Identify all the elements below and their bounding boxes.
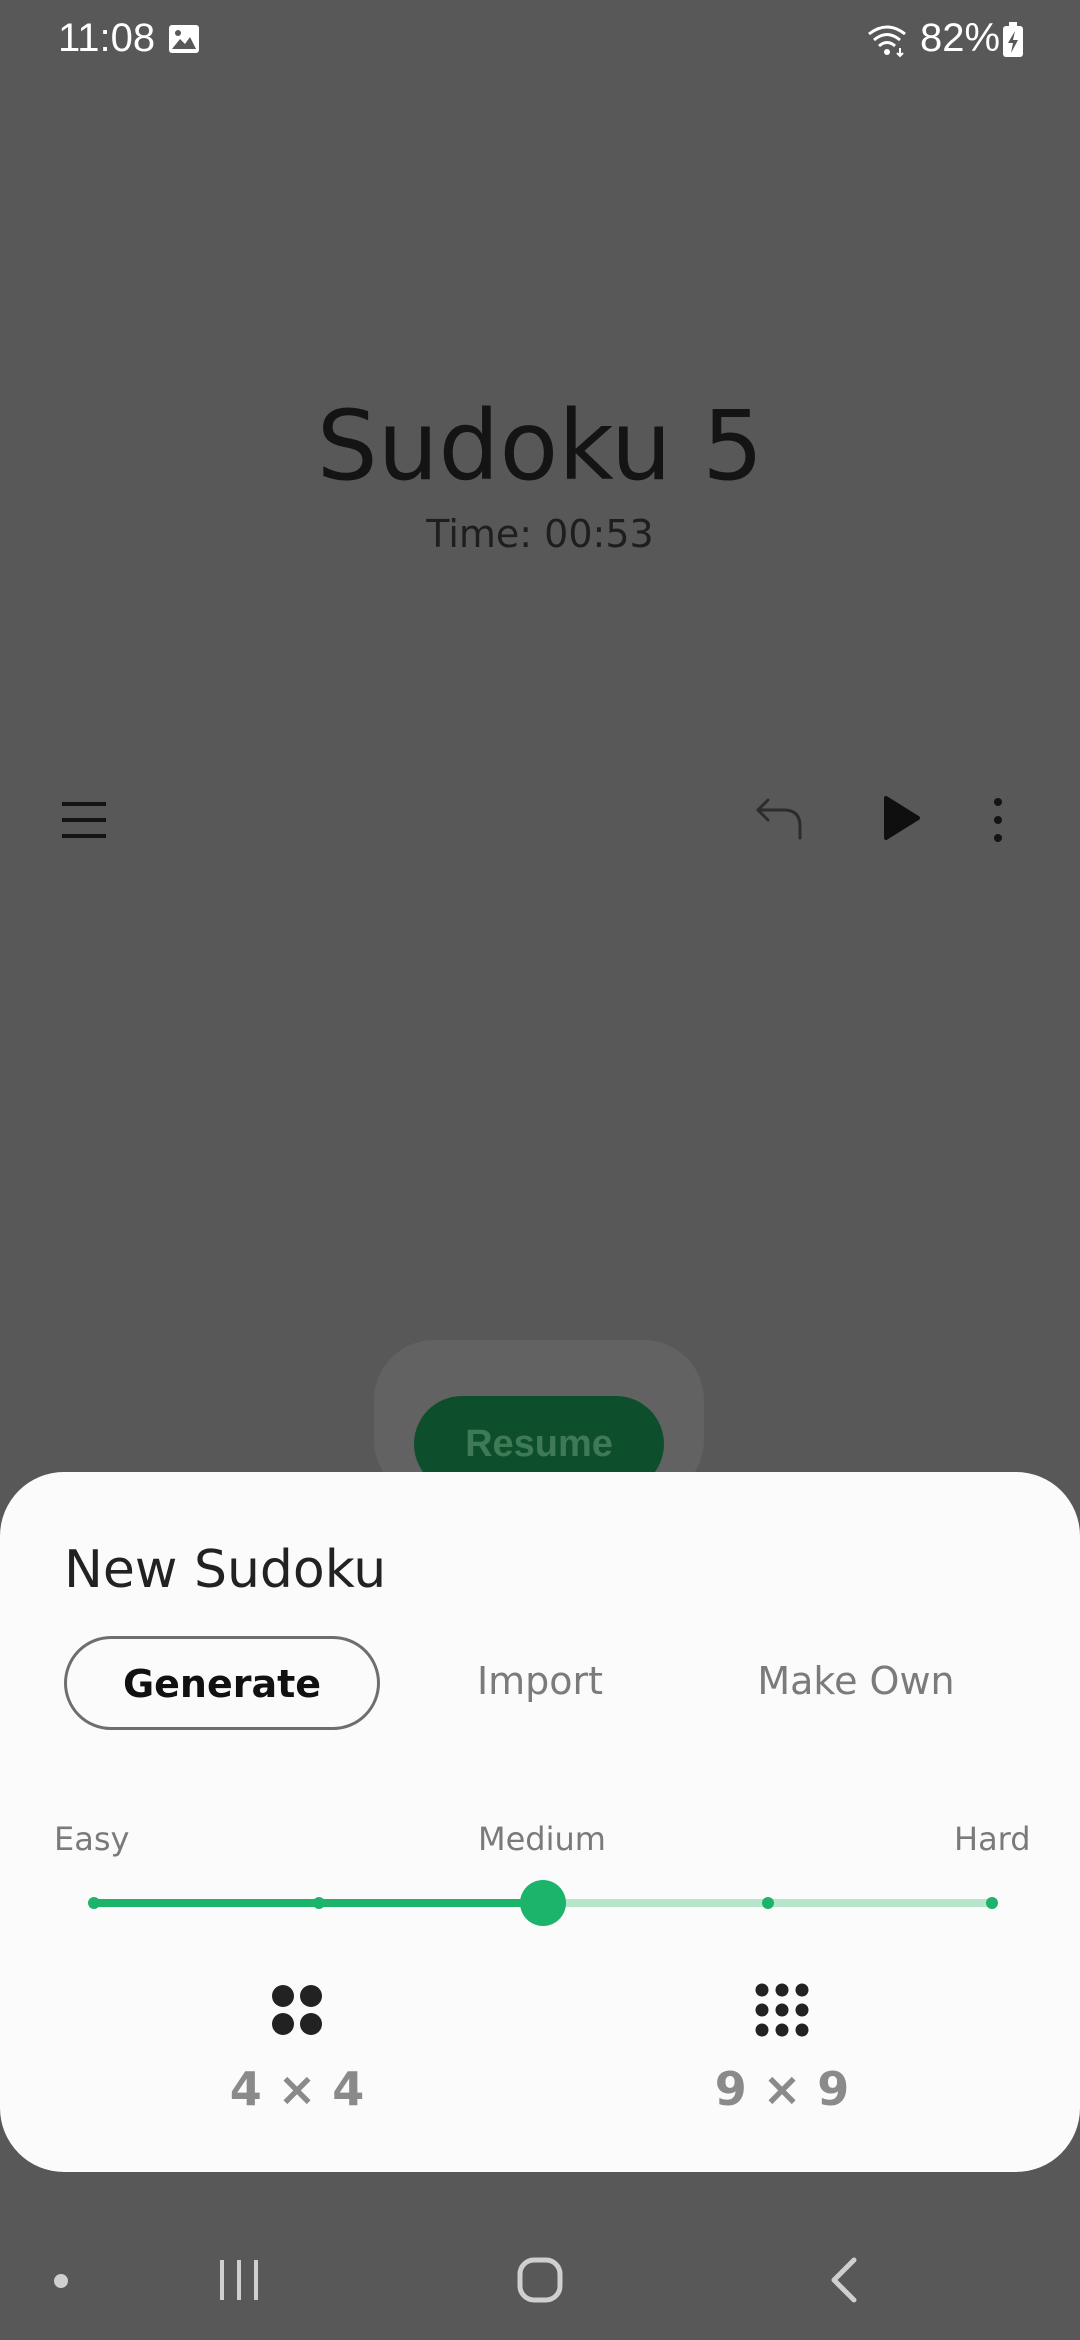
slider-thumb[interactable] [520,1880,566,1926]
back-icon[interactable] [826,2256,860,2304]
game-timer: Time: 00:53 [426,512,654,556]
more-icon[interactable] [986,796,1010,844]
tab-generate[interactable]: Generate [64,1636,380,1730]
status-bar: 11:08 82% [0,0,1080,82]
battery-charging-icon [1003,22,1023,57]
battery-percentage: 82% [920,16,1001,60]
size-option-9x9[interactable]: 9 × 9 [662,1982,902,2132]
slider-tick[interactable] [88,1897,100,1909]
size-option-4x4[interactable]: 4 × 4 [177,1982,417,2132]
grid-9-icon [755,1983,809,2037]
sheet-title: New Sudoku [64,1540,387,1600]
difficulty-label-easy: Easy [54,1820,130,1858]
undo-icon[interactable] [754,792,806,844]
game-title: Sudoku 5 [316,390,764,502]
tab-import[interactable]: Import [422,1636,658,1730]
new-sudoku-sheet: New Sudoku Generate Import Make Own Easy… [0,1472,1080,2172]
play-icon[interactable] [882,794,922,842]
wifi-icon [868,25,906,58]
difficulty-label-hard: Hard [954,1820,1031,1858]
tab-make-own[interactable]: Make Own [716,1636,996,1730]
recents-icon[interactable] [218,2258,260,2302]
nav-dot [54,2274,68,2288]
slider-tick[interactable] [761,1897,774,1909]
size-label-9x9: 9 × 9 [714,2062,850,2116]
grid-4-icon [272,1985,322,2035]
navigation-bar [0,2224,1080,2340]
slider-tick[interactable] [312,1897,325,1909]
size-label-4x4: 4 × 4 [229,2062,365,2116]
gallery-icon [169,25,199,53]
menu-icon[interactable] [62,798,106,842]
difficulty-slider[interactable] [86,1878,998,1928]
home-icon[interactable] [516,2256,564,2304]
difficulty-label-medium: Medium [478,1820,606,1858]
slider-tick[interactable] [986,1897,998,1909]
status-time: 11:08 [58,16,156,60]
